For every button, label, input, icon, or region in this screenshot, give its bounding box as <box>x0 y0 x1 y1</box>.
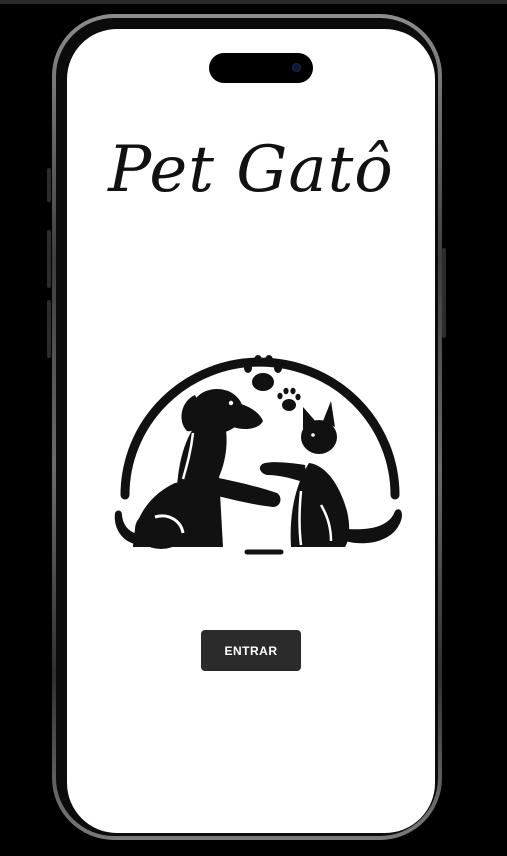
volume-up-side-button <box>47 230 51 288</box>
phone-bezel: Pet Gatô ENTRAR <box>56 18 438 836</box>
window-top-edge <box>0 0 507 4</box>
volume-down-side-button <box>47 300 51 358</box>
dog-and-cat-playing-icon <box>114 355 402 555</box>
phone-frame: Pet Gatô ENTRAR <box>52 14 442 840</box>
front-camera-icon <box>292 63 301 72</box>
enter-button[interactable]: ENTRAR <box>201 630 301 671</box>
app-screen: Pet Gatô ENTRAR <box>67 29 435 833</box>
power-side-button <box>442 248 446 338</box>
app-title: Pet Gatô <box>108 133 394 207</box>
dynamic-island <box>209 53 313 83</box>
action-side-button <box>47 168 51 202</box>
